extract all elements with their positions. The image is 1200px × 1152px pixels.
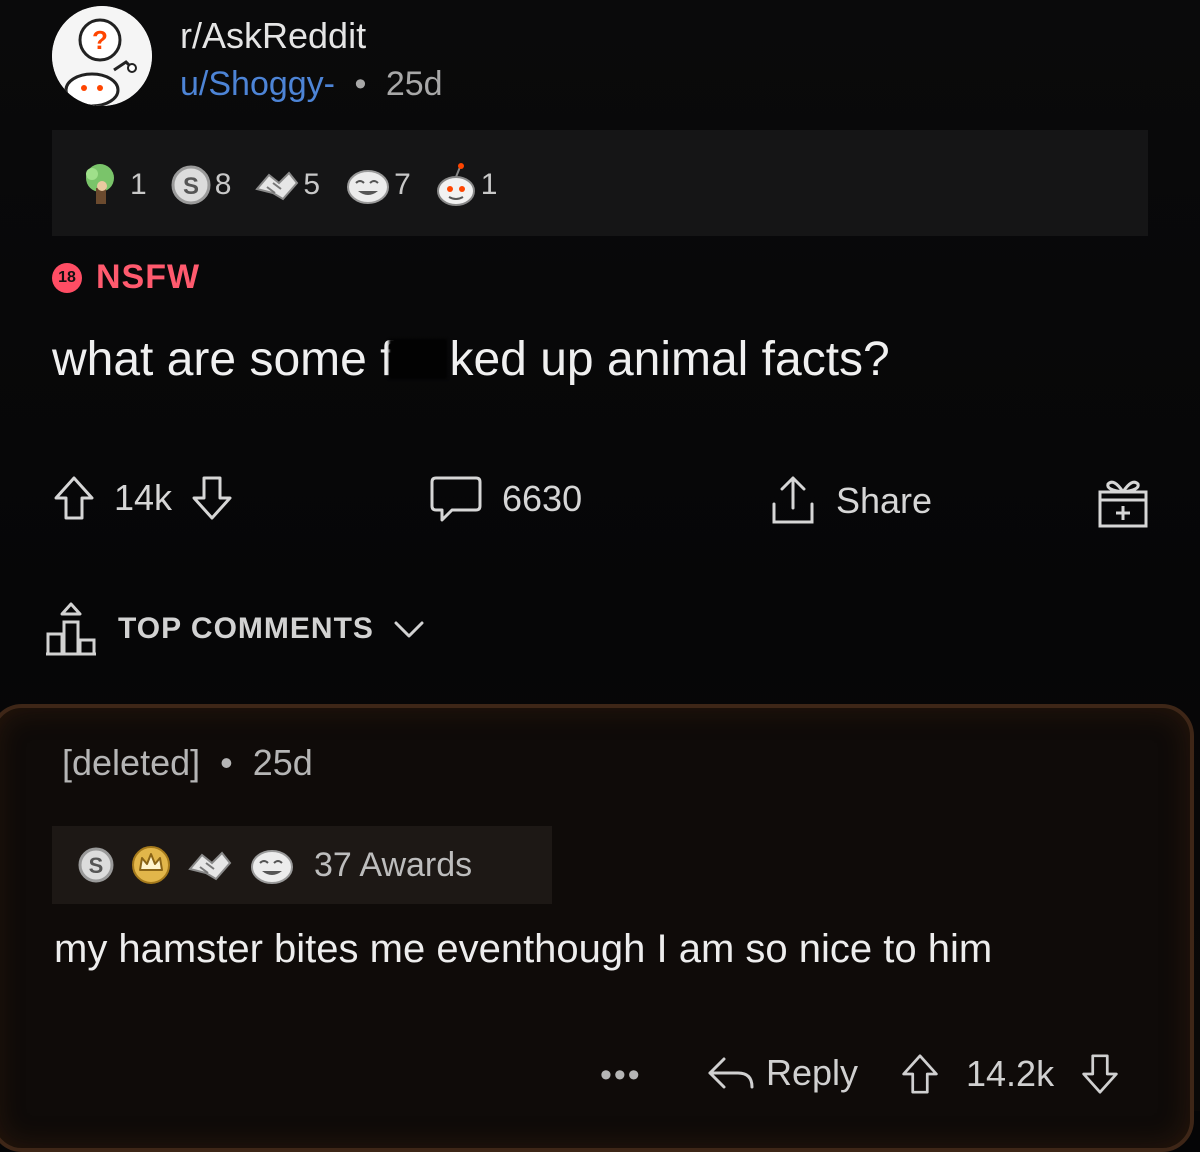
award-item: S 8: [169, 163, 232, 207]
post-meta: u/Shoggy- • 25d: [180, 62, 443, 106]
top-sort-icon: [46, 602, 96, 656]
comment-body: my hamster bites me eventhough I am so n…: [54, 927, 993, 971]
snoo-award-icon: [436, 163, 475, 206]
award-count: 5: [303, 168, 321, 201]
meta-separator: •: [220, 742, 233, 783]
comment-author[interactable]: [deleted]: [62, 742, 200, 783]
award-count: 8: [214, 168, 232, 201]
silver-coin-icon: S: [78, 847, 114, 883]
reply-arrow-icon: [708, 1057, 754, 1089]
share-label: Share: [836, 480, 933, 521]
award-item: 7: [342, 163, 411, 207]
comment-count: 6630: [502, 478, 583, 519]
downvote-arrow-icon[interactable]: [1080, 1052, 1120, 1096]
reddit-post-page: ? r/AskReddit u/Shoggy- • 25d 1 S 8 5 7 …: [0, 0, 1200, 1152]
post-action-bar: 14k 6630 Share: [52, 466, 1162, 536]
gold-crown-icon: [132, 846, 170, 884]
censor-block: [389, 339, 448, 379]
nsfw-18-icon: 18: [52, 262, 82, 293]
post-title-end: ked up animal facts?: [449, 333, 890, 386]
award-gift-button[interactable]: [1094, 474, 1152, 532]
award-count: 1: [130, 168, 147, 201]
comments-button[interactable]: 6630: [428, 474, 582, 524]
svg-text:S: S: [89, 853, 104, 878]
sort-label: TOP COMMENTS: [118, 612, 374, 645]
share-icon: [772, 476, 814, 524]
laughing-face-icon: [251, 850, 293, 884]
upvote-arrow-icon[interactable]: [900, 1052, 940, 1096]
comment-bubble-icon: [430, 476, 482, 522]
award-item: 1: [433, 161, 498, 209]
post-age: 25d: [385, 65, 443, 103]
silver-coin-icon: S: [171, 165, 211, 205]
downvote-arrow-icon[interactable]: [190, 474, 234, 522]
post-title: what are some f ked up animal facts?: [52, 332, 890, 387]
comment-age: 25d: [252, 742, 313, 783]
award-count: 7: [394, 168, 411, 201]
handshake-icon: [188, 851, 232, 881]
awards-list: 1 S 8 5 7 1: [78, 160, 509, 210]
comment-vote-group: 14.2k: [900, 1052, 1120, 1096]
nsfw-tag: 18 NSFW: [52, 258, 200, 297]
comment-action-bar: ••• Reply 14.2k: [0, 1052, 1200, 1108]
award-item: 1: [78, 160, 147, 210]
post-header-text: r/AskReddit u/Shoggy- • 25d: [180, 14, 443, 106]
handshake-icon: [255, 171, 299, 201]
nsfw-label: NSFW: [96, 258, 201, 296]
meta-separator: •: [354, 65, 367, 103]
post-header: ? r/AskReddit u/Shoggy- • 25d: [52, 6, 1152, 116]
comment-awards-count: 37 Awards: [314, 845, 473, 884]
gift-icon: [1098, 480, 1148, 528]
reply-button[interactable]: Reply: [706, 1052, 858, 1094]
post-title-start: what are some f: [52, 333, 394, 386]
svg-text:S: S: [183, 173, 199, 200]
comment-sort-dropdown[interactable]: TOP COMMENTS: [42, 600, 426, 658]
comment-awards-bar[interactable]: S 37 Awards: [52, 826, 552, 904]
upvote-arrow-icon[interactable]: [52, 474, 96, 522]
laughing-face-icon: [347, 170, 390, 204]
more-options-button[interactable]: •••: [600, 1056, 642, 1095]
comment-score: 14.2k: [966, 1053, 1055, 1094]
subreddit-avatar-icon[interactable]: ?: [52, 6, 152, 106]
chevron-down-icon: [394, 621, 424, 638]
post-score: 14k: [114, 477, 173, 518]
vote-group: 14k: [52, 474, 234, 522]
share-button[interactable]: Share: [768, 474, 932, 528]
subreddit-name[interactable]: r/AskReddit: [180, 14, 443, 58]
post-awards-bar[interactable]: 1 S 8 5 7 1: [52, 130, 1148, 236]
wholesome-seal-icon: [86, 164, 114, 204]
award-item: 5: [253, 163, 320, 207]
more-options-icon: •••: [600, 1056, 642, 1094]
post-author-link[interactable]: u/Shoggy-: [180, 65, 335, 103]
award-count: 1: [480, 168, 498, 201]
svg-text:?: ?: [92, 25, 108, 55]
reply-label: Reply: [766, 1052, 859, 1093]
comment-meta: [deleted] • 25d: [62, 742, 313, 784]
